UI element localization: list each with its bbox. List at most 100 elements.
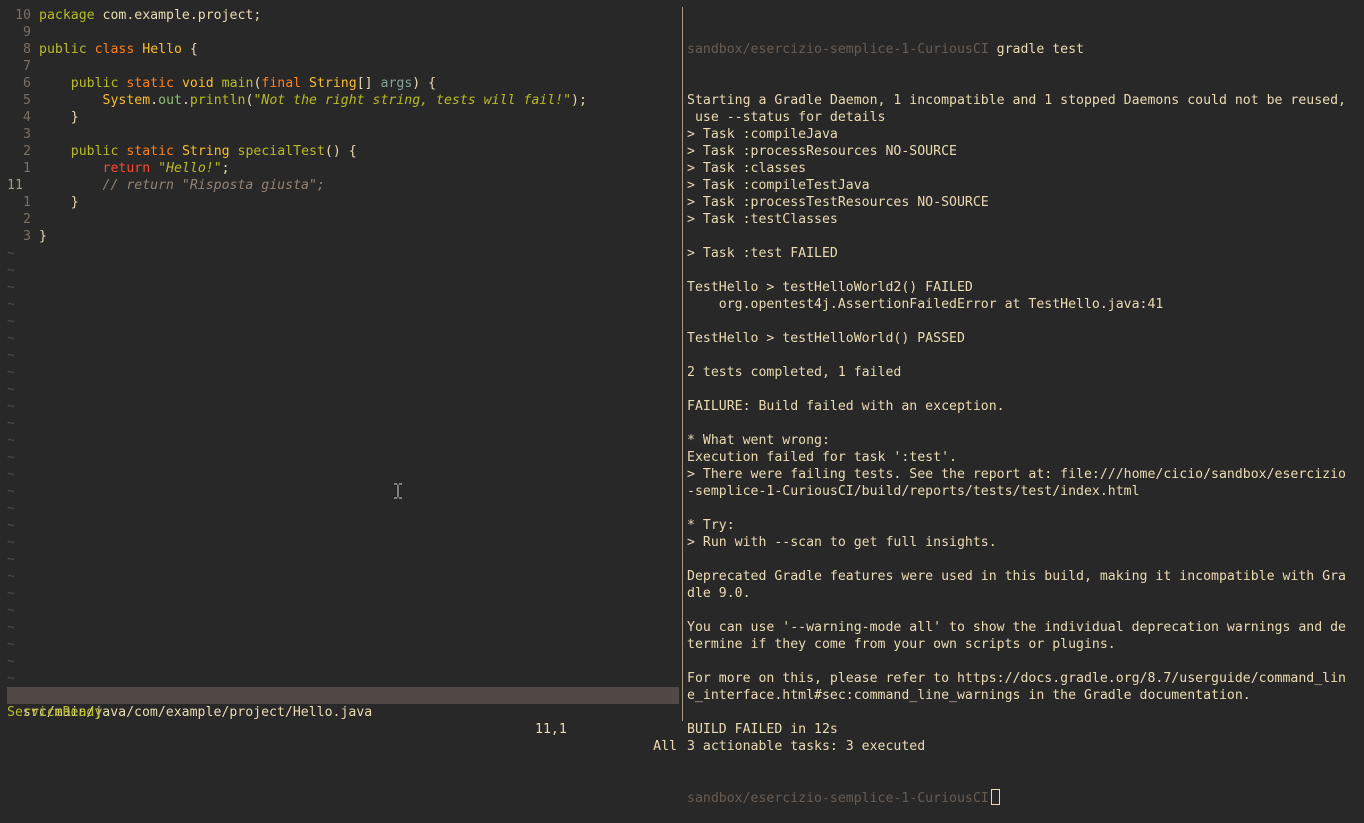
code-token: () { xyxy=(324,144,357,159)
tilde-marker: ~ xyxy=(7,416,15,431)
editor-line[interactable]: 3 xyxy=(7,126,679,143)
editor-line[interactable]: 5 System.out.println("Not the right stri… xyxy=(7,92,679,109)
tilde-marker: ~ xyxy=(7,501,15,516)
terminal-cursor-icon xyxy=(990,789,1000,805)
editor-line[interactable]: 1 return "Hello!"; xyxy=(7,160,679,177)
terminal-final-prompt-dir: sandbox/esercizio-semplice-1-CuriousCI xyxy=(687,791,989,806)
code-token: final xyxy=(261,76,302,91)
editor-line[interactable]: 4 } xyxy=(7,109,679,126)
editor-line[interactable]: 11 // return "Risposta giusta"; xyxy=(7,177,679,194)
tilde-marker: ~ xyxy=(7,535,15,550)
code-text: } xyxy=(31,228,47,245)
terminal-output-line: > Task :compileTestJava xyxy=(687,178,870,193)
empty-buffer-line: ~ xyxy=(7,313,679,330)
empty-buffer-line: ~ xyxy=(7,449,679,466)
code-token: package xyxy=(39,8,95,23)
statusline-cursor-position: 11,1 xyxy=(535,722,567,737)
editor-line[interactable]: 3} xyxy=(7,228,679,245)
code-token: main xyxy=(221,76,254,91)
line-number: 1 xyxy=(23,161,31,176)
empty-buffer-line: ~ xyxy=(7,670,679,687)
tilde-marker: ~ xyxy=(7,331,15,346)
code-token: static xyxy=(126,76,174,91)
terminal-output-line: FAILURE: Build failed with an exception. xyxy=(687,399,1005,414)
line-number: 2 xyxy=(23,144,31,159)
vim-statusline: src/main/java/com/example/project/Hello.… xyxy=(7,687,679,754)
editor-line[interactable]: 7 xyxy=(7,58,679,75)
editor-line[interactable]: 10 package com.example.project; xyxy=(7,7,679,24)
code-token: ) { xyxy=(412,76,437,91)
tilde-marker: ~ xyxy=(7,603,15,618)
code-token: args xyxy=(380,76,413,91)
terminal-output-line: For more on this, please refer to https:… xyxy=(687,671,1346,686)
terminal-output-line: > Run with --scan to get full insights. xyxy=(687,535,997,550)
terminal-output-line: BUILD FAILED in 12s xyxy=(687,722,838,737)
terminal-output-line: dle 9.0. xyxy=(687,586,751,601)
code-token: . xyxy=(150,93,159,108)
code-text: } xyxy=(31,109,79,126)
text-ibeam-cursor-icon xyxy=(394,483,402,499)
code-token: } xyxy=(39,110,79,125)
terminal-output-line: TestHello > testHelloWorld() PASSED xyxy=(687,331,965,346)
line-number: 4 xyxy=(23,110,31,125)
tilde-marker: ~ xyxy=(7,314,15,329)
terminal-output-line: > Task :processTestResources NO-SOURCE xyxy=(687,195,989,210)
terminal-final-prompt[interactable]: sandbox/esercizio-semplice-1-CuriousCI xyxy=(687,789,1357,806)
code-token: Hello xyxy=(142,42,182,57)
terminal-pane[interactable]: sandbox/esercizio-semplice-1-CuriousCI g… xyxy=(687,7,1357,823)
terminal-output-line: Deprecated Gradle features were used in … xyxy=(687,569,1346,584)
terminal-output-line: > There were failing tests. See the repo… xyxy=(687,467,1346,482)
terminal-output-line: > Task :classes xyxy=(687,161,807,176)
editor-line[interactable]: 1 } xyxy=(7,194,679,211)
tilde-marker: ~ xyxy=(7,637,15,652)
code-token: System xyxy=(102,93,151,108)
line-number: 11 xyxy=(7,178,23,193)
line-number: 2 xyxy=(23,212,31,227)
code-token: com.example.project; xyxy=(94,8,262,23)
empty-buffer-line: ~ xyxy=(7,585,679,602)
empty-buffer-line: ~ xyxy=(7,364,679,381)
code-token: String xyxy=(181,144,230,159)
code-token: "Hello!" xyxy=(158,161,222,176)
empty-buffer-line: ~ xyxy=(7,500,679,517)
empty-buffer-line: ~ xyxy=(7,636,679,653)
empty-buffer-line: ~ xyxy=(7,398,679,415)
terminal-output-line: org.opentest4j.AssertionFailedError at T… xyxy=(687,297,1164,312)
editor-line[interactable]: 6 public static void main(final String[]… xyxy=(7,75,679,92)
terminal-output-line: TestHello > testHelloWorld2() FAILED xyxy=(687,280,973,295)
terminal-output-line: 3 actionable tasks: 3 executed xyxy=(687,739,926,754)
vim-editor-pane[interactable]: 10 package com.example.project; 9 8 public c… xyxy=(7,7,679,687)
vim-command-line[interactable]: ServiceReady xyxy=(7,704,102,721)
editor-line[interactable]: 9 xyxy=(7,24,679,41)
empty-buffer-line: ~ xyxy=(7,568,679,585)
editor-line[interactable]: 2 xyxy=(7,211,679,228)
tilde-marker: ~ xyxy=(7,348,15,363)
empty-buffer-line: ~ xyxy=(7,296,679,313)
code-token: "Not the right string, tests will fail!" xyxy=(253,93,572,108)
pane-divider[interactable] xyxy=(682,7,683,721)
editor-line[interactable]: 8 public class Hello { xyxy=(7,41,679,58)
empty-buffer-line: ~ xyxy=(7,551,679,568)
empty-buffer-line: ~ xyxy=(7,432,679,449)
empty-buffer-line: ~ xyxy=(7,415,679,432)
code-text: package com.example.project; xyxy=(31,7,261,24)
code-token: } xyxy=(39,195,79,210)
editor-line[interactable]: 2 public static String specialTest() { xyxy=(7,143,679,160)
tilde-marker: ~ xyxy=(7,467,15,482)
empty-buffer-line: ~ xyxy=(7,466,679,483)
line-number: 7 xyxy=(23,59,31,74)
line-number: 1 xyxy=(23,195,31,210)
code-text: // return "Risposta giusta"; xyxy=(31,177,325,194)
line-number: 5 xyxy=(23,93,31,108)
tilde-marker: ~ xyxy=(7,382,15,397)
